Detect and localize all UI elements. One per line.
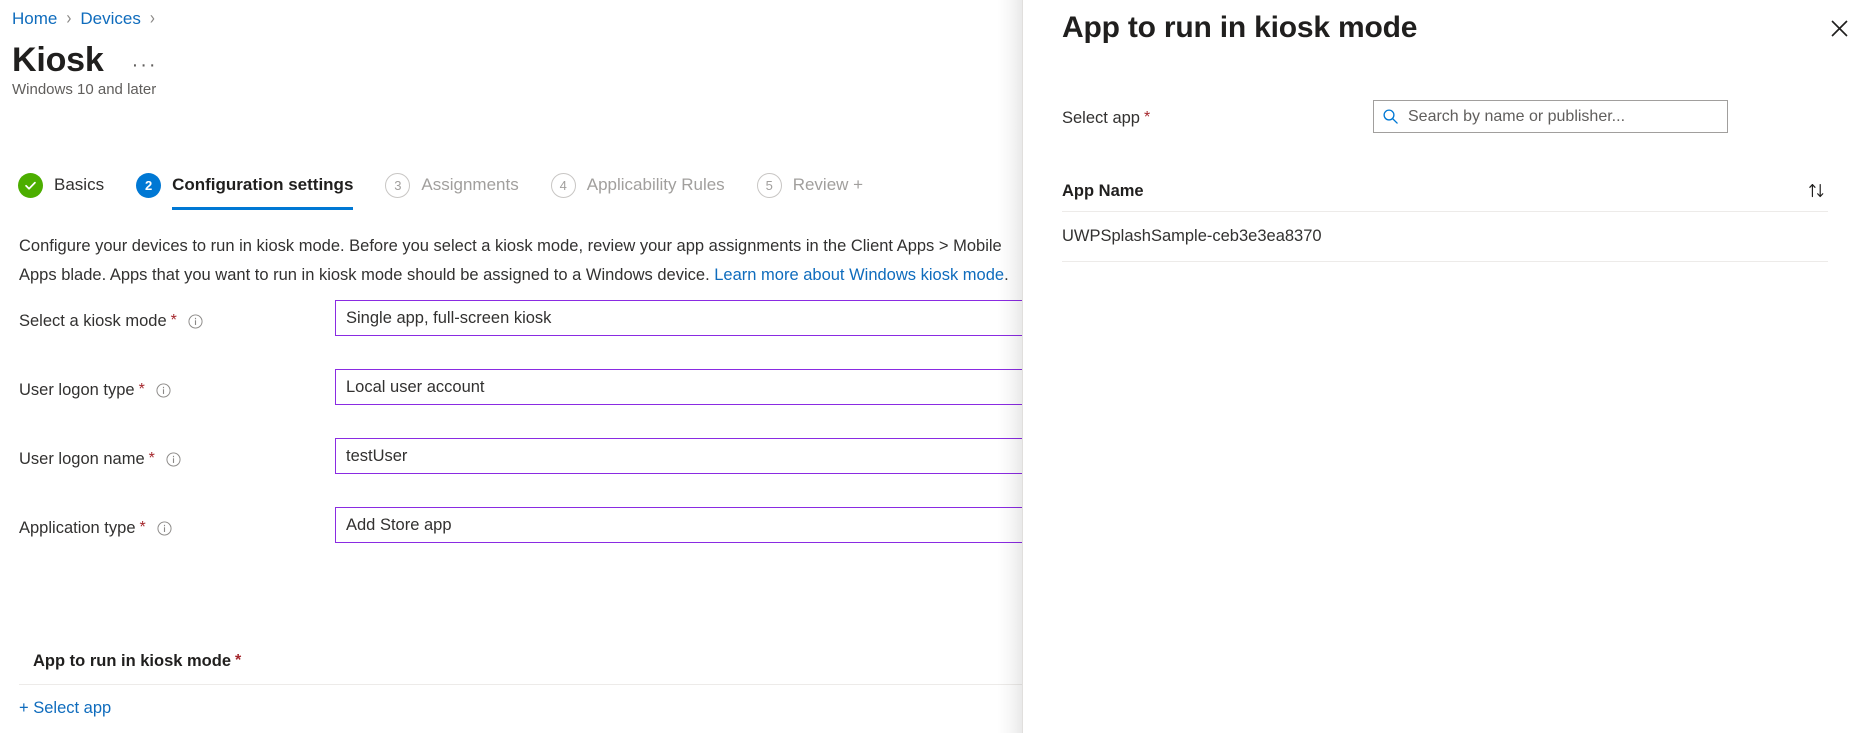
azure-portal-screen: Home › Devices › Kiosk ··· Windows 10 an… [0, 0, 1866, 733]
label-text: User logon name [19, 448, 145, 470]
panel-header: App to run in kiosk mode [1023, 0, 1866, 68]
search-box[interactable] [1373, 100, 1728, 133]
select-app-panel: App to run in kiosk mode Select app * [1022, 0, 1866, 733]
required-marker: * [171, 310, 177, 332]
label-application-type: Application type * [19, 517, 172, 539]
label-text: Application type [19, 517, 136, 539]
info-icon[interactable] [166, 452, 181, 467]
cell-app-name: UWPSplashSample-ceb3e3ea8370 [1062, 227, 1322, 246]
more-options-button[interactable]: ··· [126, 54, 164, 76]
app-section-heading: App to run in kiosk mode * [19, 650, 1039, 672]
step-badge-4: 4 [551, 173, 576, 198]
tab-assignments[interactable]: 3 Assignments [385, 168, 518, 202]
panel-select-app-row: Select app * [1023, 100, 1866, 136]
label-select-app: Select app * [1062, 107, 1150, 129]
required-marker: * [140, 517, 146, 539]
blade-description: Configure your devices to run in kiosk m… [19, 232, 1039, 290]
tab-label-review-create: Review + [793, 174, 863, 196]
label-user-logon-name: User logon name * [19, 448, 181, 470]
app-list-table: App Name UWPSplashSample-ceb3e3ea8370 [1062, 170, 1828, 262]
column-header-app-name[interactable]: App Name [1062, 180, 1144, 202]
step-badge-3: 3 [385, 173, 410, 198]
label-select-a-kiosk-mode: Select a kiosk mode * [19, 310, 203, 332]
active-tab-underline [172, 207, 353, 210]
learn-more-link[interactable]: Learn more about Windows kiosk mode [714, 266, 1004, 284]
required-marker: * [139, 379, 145, 401]
required-marker: * [1144, 107, 1150, 129]
tab-label-configuration-settings: Configuration settings [172, 174, 353, 196]
page-title-row: Kiosk ··· [12, 38, 164, 82]
dropdown-select-a-kiosk-mode[interactable]: Single app, full-screen kiosk [335, 300, 1065, 336]
breadcrumb: Home › Devices › [12, 8, 164, 30]
table-header: App Name [1062, 170, 1828, 212]
label-text: User logon type [19, 379, 135, 401]
label-text: Select app [1062, 107, 1140, 129]
page-subtitle: Windows 10 and later [12, 80, 156, 100]
label-text: Select a kiosk mode [19, 310, 167, 332]
select-app-button[interactable]: + Select app [19, 697, 111, 719]
tab-label-basics: Basics [54, 174, 104, 196]
breadcrumb-item-home[interactable]: Home [12, 8, 57, 30]
textbox-value: testUser [346, 447, 407, 466]
tab-review-create[interactable]: 5 Review + [757, 168, 863, 202]
check-circle-icon [18, 173, 43, 198]
dropdown-value: Add Store app [346, 516, 452, 535]
step-badge-2: 2 [136, 173, 161, 198]
required-marker: * [235, 650, 241, 672]
dropdown-user-logon-type[interactable]: Local user account [335, 369, 1065, 405]
textbox-user-logon-name[interactable]: testUser [335, 438, 1065, 474]
tab-label-assignments: Assignments [421, 174, 518, 196]
breadcrumb-item-devices[interactable]: Devices [80, 8, 140, 30]
breadcrumb-separator-icon: › [66, 5, 71, 33]
close-icon[interactable] [1819, 8, 1859, 48]
search-icon [1382, 108, 1399, 125]
panel-title: App to run in kiosk mode [1062, 8, 1417, 48]
dropdown-value: Single app, full-screen kiosk [346, 309, 551, 328]
sort-icon[interactable] [1806, 180, 1828, 202]
app-section-heading-text: App to run in kiosk mode [33, 650, 231, 672]
dropdown-application-type[interactable]: Add Store app [335, 507, 1065, 543]
page-title: Kiosk [12, 38, 104, 82]
wizard-tabs: Basics 2 Configuration settings 3 Assign… [18, 168, 895, 216]
info-icon[interactable] [188, 314, 203, 329]
label-user-logon-type: User logon type * [19, 379, 171, 401]
tab-label-applicability-rules: Applicability Rules [587, 174, 725, 196]
breadcrumb-separator-icon: › [150, 5, 155, 33]
dropdown-value: Local user account [346, 378, 485, 397]
info-icon[interactable] [156, 383, 171, 398]
divider [19, 684, 1039, 685]
tab-configuration-settings[interactable]: 2 Configuration settings [136, 168, 353, 202]
tab-applicability-rules[interactable]: 4 Applicability Rules [551, 168, 725, 202]
step-badge-5: 5 [757, 173, 782, 198]
search-input[interactable] [1408, 108, 1719, 126]
tab-basics[interactable]: Basics [18, 168, 104, 202]
description-text-end: . [1004, 266, 1009, 284]
app-to-run-section: App to run in kiosk mode * + Select app [19, 650, 1039, 719]
info-icon[interactable] [157, 521, 172, 536]
table-row[interactable]: UWPSplashSample-ceb3e3ea8370 [1062, 212, 1828, 262]
required-marker: * [149, 448, 155, 470]
